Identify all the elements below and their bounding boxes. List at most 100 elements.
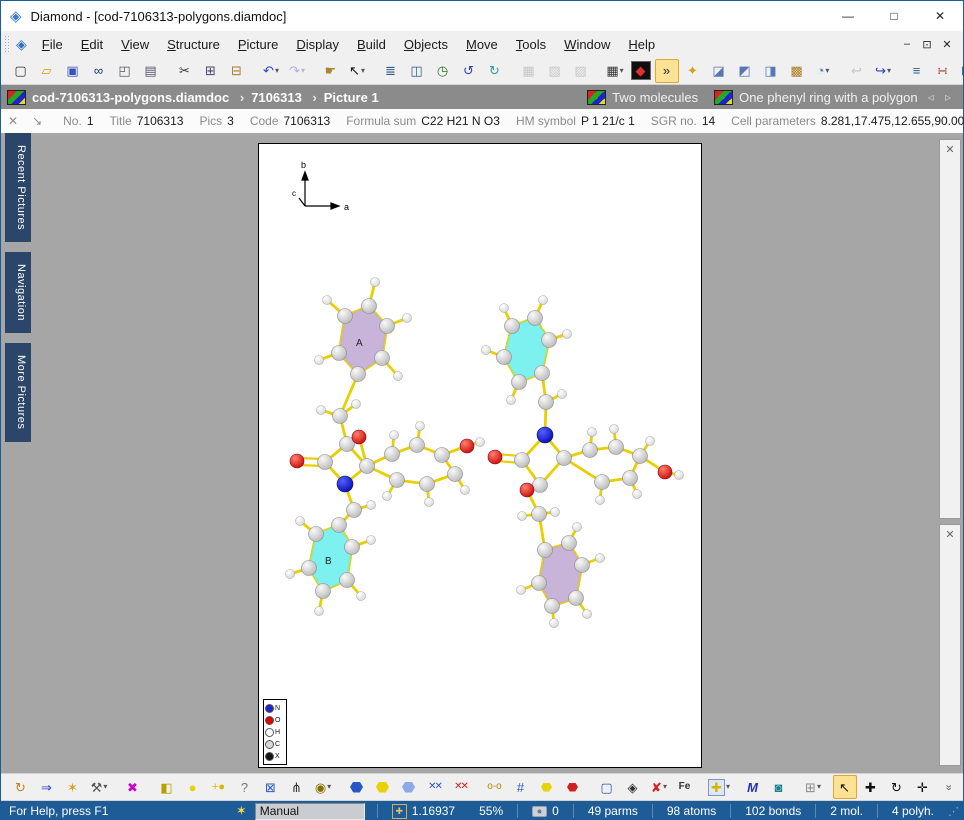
new-picture-button[interactable]: ✦ (681, 59, 705, 83)
ring-yellow-button[interactable] (535, 775, 559, 799)
tab-more-pictures[interactable]: More Pictures (5, 343, 31, 441)
coordination-sphere-button[interactable]: ◉▾ (311, 775, 335, 799)
import-table-button[interactable]: ▧ (543, 59, 567, 83)
menu-help[interactable]: Help (619, 33, 664, 56)
print-button[interactable]: ▤ (139, 59, 163, 83)
fe-atom-button[interactable]: Fe (673, 775, 697, 799)
breadcrumb-segment[interactable]: cod-7106313-polygons.diamdoc (32, 90, 251, 105)
unknown-atoms-button[interactable]: ? (233, 775, 257, 799)
find-button[interactable]: ∞ (87, 59, 111, 83)
more-buttons-toggle[interactable]: » (655, 59, 679, 83)
mode-selector[interactable]: Manual (255, 803, 365, 820)
delete-polyhedra-red-button[interactable]: ✕✕ (449, 775, 473, 799)
mdi-close-icon[interactable]: ✕ (937, 38, 957, 51)
fragment-tree-button[interactable]: ⋔ (285, 775, 309, 799)
menu-picture[interactable]: Picture (229, 33, 287, 56)
text-label-button[interactable]: M (741, 775, 765, 799)
mode-overflow-button[interactable]: » (937, 775, 961, 799)
data-sheet-button[interactable]: ◫ (405, 59, 429, 83)
refresh-view-button[interactable]: ↻ (483, 59, 507, 83)
cut-button[interactable]: ✂ (173, 59, 197, 83)
redo-button[interactable]: ↷▾ (285, 59, 309, 83)
rotate-mode-button[interactable]: ↻ (885, 775, 909, 799)
pane-close-icon[interactable]: ✕ (940, 528, 960, 541)
menu-structure[interactable]: Structure (158, 33, 229, 56)
export-picture-button[interactable]: ◩ (733, 59, 757, 83)
forward-button[interactable]: ↪▾ (871, 59, 895, 83)
menu-move[interactable]: Move (457, 33, 507, 56)
edit-tools-button[interactable]: ⚒▾ (87, 775, 111, 799)
breadcrumb-segment[interactable]: 7106313 (251, 90, 324, 105)
cell-axes-button[interactable]: ◈ (621, 775, 645, 799)
send-picture-button[interactable]: ⇒ (35, 775, 59, 799)
menu-objects[interactable]: Objects (395, 33, 457, 56)
delete-bonds-button[interactable]: ✘▾ (647, 775, 671, 799)
mdi-minimize-icon[interactable]: – (897, 38, 917, 50)
history-clock-button[interactable]: ◷ (431, 59, 455, 83)
close-icon[interactable]: ✕ (917, 1, 963, 31)
edit-net-button[interactable]: # (509, 775, 533, 799)
add-atom-button[interactable]: +● (207, 775, 231, 799)
menu-display[interactable]: Display (287, 33, 348, 56)
grid-toggle-button[interactable]: ⊞▾ (801, 775, 825, 799)
delete-polyhedra-blue-button[interactable]: ✕✕ (423, 775, 447, 799)
polyhedra-set-button[interactable] (397, 775, 421, 799)
menu-file[interactable]: File (33, 33, 72, 56)
recent-picture-item[interactable]: One phenyl ring with a polygon (708, 90, 918, 105)
props-collapse-icon[interactable]: ↘ (32, 114, 42, 128)
polygon-yellow-button[interactable] (371, 775, 395, 799)
tab-navigation[interactable]: Navigation (5, 252, 31, 333)
destroy-atom-button[interactable]: ✖ (121, 775, 145, 799)
center-view-button[interactable]: ✚▾ (707, 775, 731, 799)
paste-button[interactable]: ⊟ (225, 59, 249, 83)
menu-window[interactable]: Window (555, 33, 619, 56)
structure-canvas[interactable]: b a c (258, 143, 702, 768)
minimize-icon[interactable]: — (825, 1, 871, 31)
back-button[interactable]: ↩ (845, 59, 869, 83)
tab-recent-pictures[interactable]: Recent Pictures (5, 133, 31, 242)
render-screen-button[interactable]: ◆ (629, 59, 653, 83)
move-mode-button[interactable]: ✛ (911, 775, 935, 799)
picture-props-button[interactable]: ◙ (767, 775, 791, 799)
connect-atoms-button[interactable]: ⊠ (259, 775, 283, 799)
list-view-button[interactable]: ≡ (905, 59, 929, 83)
ring-red-button[interactable] (561, 775, 585, 799)
menu-tools[interactable]: Tools (507, 33, 555, 56)
data-brick-button[interactable]: ▦▾ (603, 59, 627, 83)
create-bond-button[interactable]: o-o (483, 775, 507, 799)
menubar-grip[interactable] (4, 35, 10, 53)
undo-button[interactable]: ↶▾ (259, 59, 283, 83)
copy-button[interactable]: ⊞ (199, 59, 223, 83)
fill-atom-button[interactable]: ◧ (155, 775, 179, 799)
print-preview-button[interactable]: ◰ (113, 59, 137, 83)
navigation-pane-button[interactable]: ≣ (379, 59, 403, 83)
maximize-icon[interactable]: □ (871, 1, 917, 31)
breadcrumb-scroll-arrows[interactable]: ◃ ▹ (928, 90, 955, 104)
new-document-button[interactable]: ▢ (9, 59, 33, 83)
unit-cell-button[interactable]: ▢ (595, 775, 619, 799)
new-table-button[interactable]: ▦ (517, 59, 541, 83)
tile-pictures-button[interactable]: ▩ (785, 59, 809, 83)
recent-picture-item[interactable]: Two molecules (581, 90, 698, 105)
pan-hand-button[interactable]: ☛ (319, 59, 343, 83)
layout-picture-button[interactable]: ◨ (759, 59, 783, 83)
pane-close-icon[interactable]: ✕ (940, 143, 960, 156)
mdi-restore-icon[interactable]: ⊡ (917, 38, 937, 51)
save-document-button[interactable]: ▣ (61, 59, 85, 83)
add-atoms-button[interactable]: ● (181, 775, 205, 799)
grid-view-button[interactable]: ⊞▾ (957, 59, 964, 83)
props-close-icon[interactable]: ✕ (8, 114, 18, 128)
menu-build[interactable]: Build (348, 33, 395, 56)
resize-grip[interactable]: ⋰ (948, 805, 959, 818)
picture-history-button[interactable]: ◔▾ (811, 59, 835, 83)
polygon-blue-button[interactable] (345, 775, 369, 799)
select-mode-button[interactable]: ↖ (833, 775, 857, 799)
open-document-button[interactable]: ▱ (35, 59, 59, 83)
translate-mode-button[interactable]: ✚ (859, 775, 883, 799)
undo-view-button[interactable]: ↺ (457, 59, 481, 83)
breadcrumb-segment[interactable]: Picture 1 (324, 90, 379, 105)
build-wand-button[interactable]: ✶ (61, 775, 85, 799)
menu-edit[interactable]: Edit (72, 33, 112, 56)
details-view-button[interactable]: ∺ (931, 59, 955, 83)
menu-view[interactable]: View (112, 33, 158, 56)
